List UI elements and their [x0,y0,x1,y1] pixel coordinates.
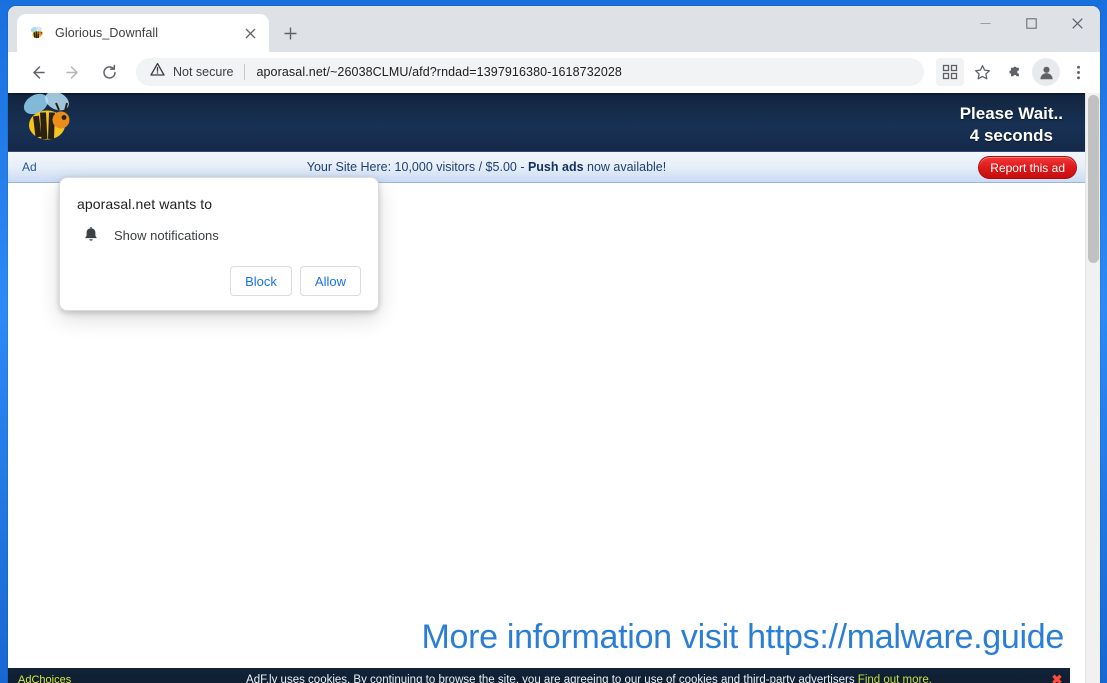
qr-code-icon[interactable] [936,58,964,86]
chrome-browser-window: Glorious_Downfall Not secure aporasal.ne… [8,6,1100,683]
profile-avatar-icon[interactable] [1032,58,1060,86]
find-out-more-link[interactable]: Find out more. [858,674,932,683]
bee-favicon [29,25,45,41]
cookie-consent-text: AdF.ly uses cookies. By continuing to br… [8,674,1070,683]
window-maximize-button[interactable] [1008,6,1054,40]
window-controls [962,6,1100,40]
scrollbar-thumb[interactable] [1088,95,1099,263]
please-wait-line1: Please Wait.. [959,104,1063,123]
browser-toolbar: Not secure aporasal.net/~26038CLMU/afd?r… [8,52,1100,93]
window-close-button[interactable] [1054,6,1100,40]
bell-icon [82,226,100,244]
browser-tab[interactable]: Glorious_Downfall [17,14,269,52]
address-bar[interactable]: Not secure aporasal.net/~26038CLMU/afd?r… [136,58,924,86]
not-secure-warning-icon [150,62,166,82]
block-button[interactable]: Block [230,266,292,296]
security-status-label: Not secure [173,65,234,79]
allow-button[interactable]: Allow [299,266,361,296]
adfly-bee-logo [16,93,80,151]
cookie-text-body: AdF.ly uses cookies. By continuing to br… [246,673,858,683]
please-wait-countdown: Please Wait.. 4 seconds [960,103,1063,147]
extensions-puzzle-icon[interactable] [1000,58,1028,86]
notification-permission-popup: aporasal.net wants to Show notifications… [59,177,379,311]
malware-guide-watermark: More information visit https://malware.g… [421,618,1064,656]
permission-label: Show notifications [114,227,219,243]
new-tab-button[interactable] [276,19,304,47]
ad-text-suffix: now available! [583,160,667,174]
forward-button[interactable] [58,57,88,87]
please-wait-line2: 4 seconds [969,126,1053,145]
desktop-right-edge [1099,0,1107,683]
bookmark-star-icon[interactable] [968,58,996,86]
ad-text-bold: Push ads [527,160,584,174]
tab-close-icon[interactable] [239,22,261,44]
permission-origin-text: aporasal.net wants to [77,196,213,212]
report-this-ad-button[interactable]: Report this ad [978,156,1077,179]
url-text: aporasal.net/~26038CLMU/afd?rndad=139791… [256,65,622,79]
tab-strip: Glorious_Downfall [8,6,1100,52]
omnibox-divider [244,64,246,80]
desktop-left-edge [0,0,8,683]
desktop-background: Glorious_Downfall Not secure aporasal.ne… [0,0,1107,683]
cookie-consent-bar: AdChoices AdF.ly uses cookies. By contin… [8,668,1070,683]
ad-text-prefix: Your Site Here: 10,000 visitors / $5.00 … [306,160,528,174]
permission-row: Show notifications [77,226,361,244]
reload-button[interactable] [94,57,124,87]
page-viewport: Please Wait.. 4 seconds Ad Your Site Her… [8,93,1100,683]
back-button[interactable] [22,57,52,87]
permission-buttons: Block Allow [77,266,361,296]
cookie-bar-close-icon[interactable]: ✖ [1051,673,1063,683]
window-minimize-button[interactable] [962,6,1008,40]
page-scrollbar[interactable] [1085,93,1100,683]
ad-banner-text: Your Site Here: 10,000 visitors / $5.00 … [8,160,1085,174]
site-header: Please Wait.. 4 seconds [8,93,1085,151]
tab-title: Glorious_Downfall [55,26,159,40]
chrome-menu-icon[interactable] [1064,58,1092,86]
